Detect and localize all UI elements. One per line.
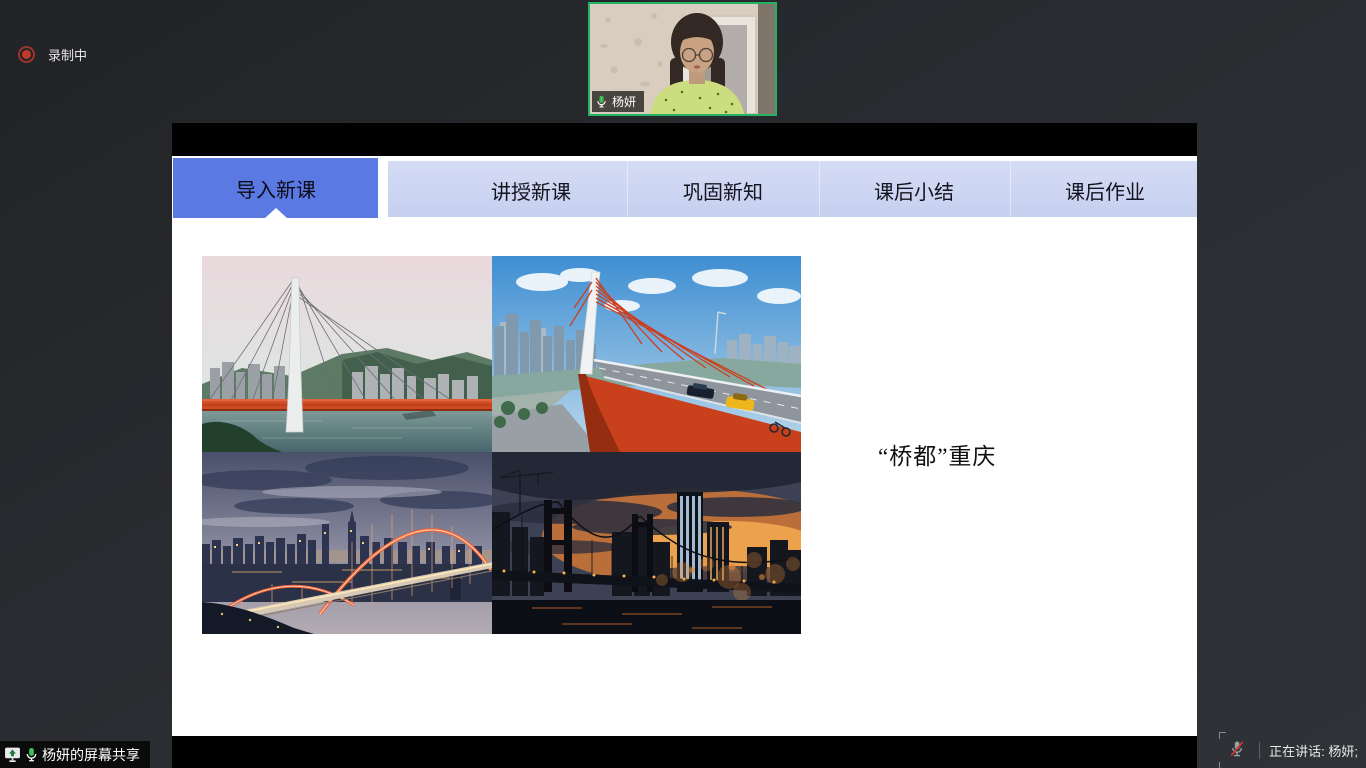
speaking-status: 正在讲话: 杨妍; <box>1224 737 1358 764</box>
recording-icon <box>18 46 35 63</box>
letterbox-bottom <box>172 736 1197 768</box>
screen-share-badge: 杨妍的屏幕共享 <box>0 741 150 768</box>
mic-active-icon <box>24 747 39 762</box>
tab-label-4[interactable]: 课后小结 <box>874 176 954 205</box>
slide-photo-2 <box>492 256 801 452</box>
tab-label-2[interactable]: 讲授新课 <box>491 176 571 205</box>
mic-active-icon <box>595 95 608 108</box>
tab-separator <box>1010 161 1011 217</box>
meeting-app-window: 录制中 <box>0 0 1366 768</box>
mic-muted-wrap <box>1224 737 1250 764</box>
screen-share-label: 杨妍的屏幕共享 <box>42 745 140 765</box>
bridge-photo-collage <box>202 256 801 634</box>
screen-share-icon <box>4 746 21 763</box>
letterbox-top <box>172 123 1197 156</box>
slide-photo-4 <box>492 452 801 634</box>
status-divider <box>1259 742 1260 759</box>
speaking-label: 正在讲话: 杨妍; <box>1269 741 1358 760</box>
slide-caption: “桥都”重庆 <box>878 437 996 471</box>
webcam-nametag: 杨妍 <box>592 91 644 112</box>
recording-indicator: 录制中 <box>18 45 87 64</box>
shared-slide: 导入新课 讲授新课 巩固新知 课后小结 课后作业 <box>172 156 1197 736</box>
slide-photo-1 <box>202 256 492 452</box>
tab-separator <box>819 161 820 217</box>
mic-muted-icon <box>1228 740 1246 758</box>
recording-label: 录制中 <box>48 45 87 64</box>
tab-label-1[interactable]: 导入新课 <box>236 174 316 203</box>
webcam-thumbnail[interactable]: 杨妍 <box>588 2 777 116</box>
slide-photo-3 <box>202 452 492 634</box>
slide-tab-bar: 导入新课 讲授新课 巩固新知 课后小结 课后作业 <box>172 156 1197 218</box>
webcam-name-label: 杨妍 <box>612 93 636 110</box>
tab-label-5[interactable]: 课后作业 <box>1065 176 1145 205</box>
tab-label-3[interactable]: 巩固新知 <box>683 176 763 205</box>
tab-separator <box>627 161 628 217</box>
